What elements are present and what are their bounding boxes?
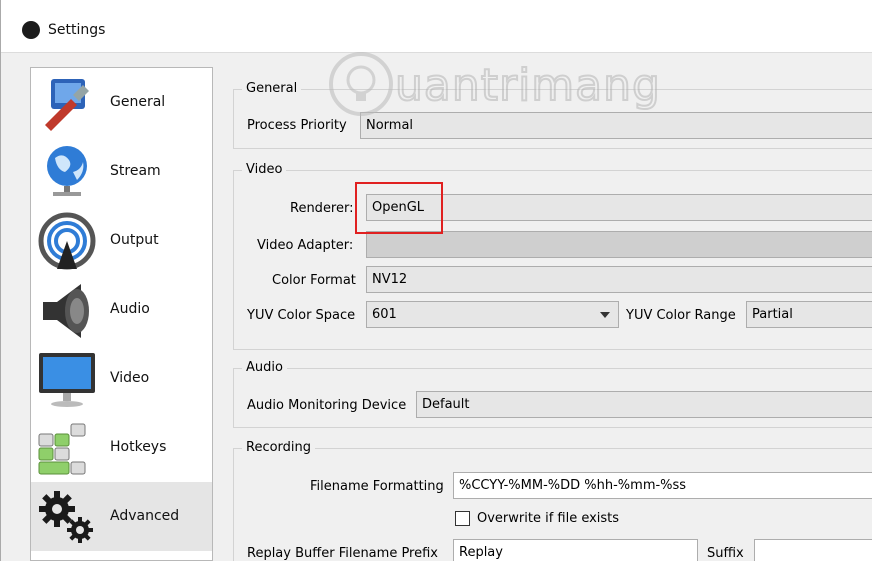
sidebar-item-advanced[interactable]: Advanced: [31, 482, 212, 551]
group-title: Audio: [242, 360, 287, 375]
settings-window: Settings General Stream Output Audio Vid…: [0, 0, 872, 561]
overwrite-label: Overwrite if file exists: [477, 511, 620, 526]
sidebar-item-stream[interactable]: Stream: [31, 137, 212, 206]
audio-monitoring-device-label: Audio Monitoring Device: [247, 398, 407, 413]
sidebar-item-label: Advanced: [110, 508, 180, 524]
window-title: Settings: [48, 22, 106, 38]
filename-formatting-label: Filename Formatting: [310, 479, 444, 494]
sidebar-item-video[interactable]: Video: [31, 344, 212, 413]
color-format-select[interactable]: NV12: [366, 266, 872, 293]
sidebar-item-output[interactable]: Output: [31, 206, 212, 275]
process-priority-select[interactable]: Normal: [360, 112, 872, 139]
yuv-color-space-select[interactable]: 601: [366, 301, 619, 328]
replay-prefix-label: Replay Buffer Filename Prefix: [247, 546, 438, 561]
settings-main-panel: General Process Priority Normal Video Re…: [233, 67, 872, 561]
video-adapter-label: Video Adapter:: [257, 238, 354, 253]
globe-icon: [47, 146, 87, 196]
title-bar: Settings: [1, 0, 872, 53]
sidebar-item-label: Stream: [110, 163, 161, 179]
sidebar-item-audio[interactable]: Audio: [31, 275, 212, 344]
group-title: General: [242, 81, 302, 96]
overwrite-checkbox[interactable]: [455, 511, 470, 526]
sidebar-item-label: Hotkeys: [110, 439, 167, 455]
color-format-label: Color Format: [272, 273, 356, 288]
group-title: Recording: [242, 440, 316, 455]
group-title: Video: [242, 162, 287, 177]
sidebar-item-hotkeys[interactable]: Hotkeys: [31, 413, 212, 482]
yuv-color-space-label: YUV Color Space: [247, 308, 356, 323]
speaker-icon: [43, 284, 89, 338]
yuv-color-range-label: YUV Color Range: [626, 308, 736, 323]
process-priority-label: Process Priority: [247, 118, 347, 133]
monitor-icon: [39, 353, 95, 407]
filename-formatting-input[interactable]: %CCYY-%MM-%DD %hh-%mm-%ss: [453, 472, 872, 499]
renderer-label: Renderer:: [290, 201, 354, 216]
broadcast-icon: [38, 212, 96, 270]
settings-sidebar: General Stream Output Audio Video Hotkey…: [30, 67, 213, 561]
sidebar-item-label: Video: [110, 370, 150, 386]
general-icon: [45, 79, 89, 131]
keyboard-icon: [38, 423, 86, 475]
sidebar-item-label: Audio: [110, 301, 150, 317]
sidebar-item-label: Output: [110, 232, 159, 248]
video-adapter-select[interactable]: [366, 231, 872, 258]
suffix-label: Suffix: [707, 546, 744, 561]
suffix-input[interactable]: [754, 539, 872, 561]
yuv-color-space-value: 601: [372, 307, 397, 322]
audio-monitoring-device-select[interactable]: Default: [416, 391, 872, 418]
yuv-color-range-select[interactable]: Partial: [746, 301, 872, 328]
sidebar-item-label: General: [110, 94, 166, 110]
renderer-select[interactable]: OpenGL: [366, 194, 872, 221]
gears-icon: [39, 491, 93, 543]
obs-logo-icon: [22, 21, 40, 39]
replay-prefix-input[interactable]: Replay: [453, 539, 698, 561]
sidebar-item-general[interactable]: General: [31, 68, 212, 137]
chevron-down-icon: [600, 312, 610, 318]
